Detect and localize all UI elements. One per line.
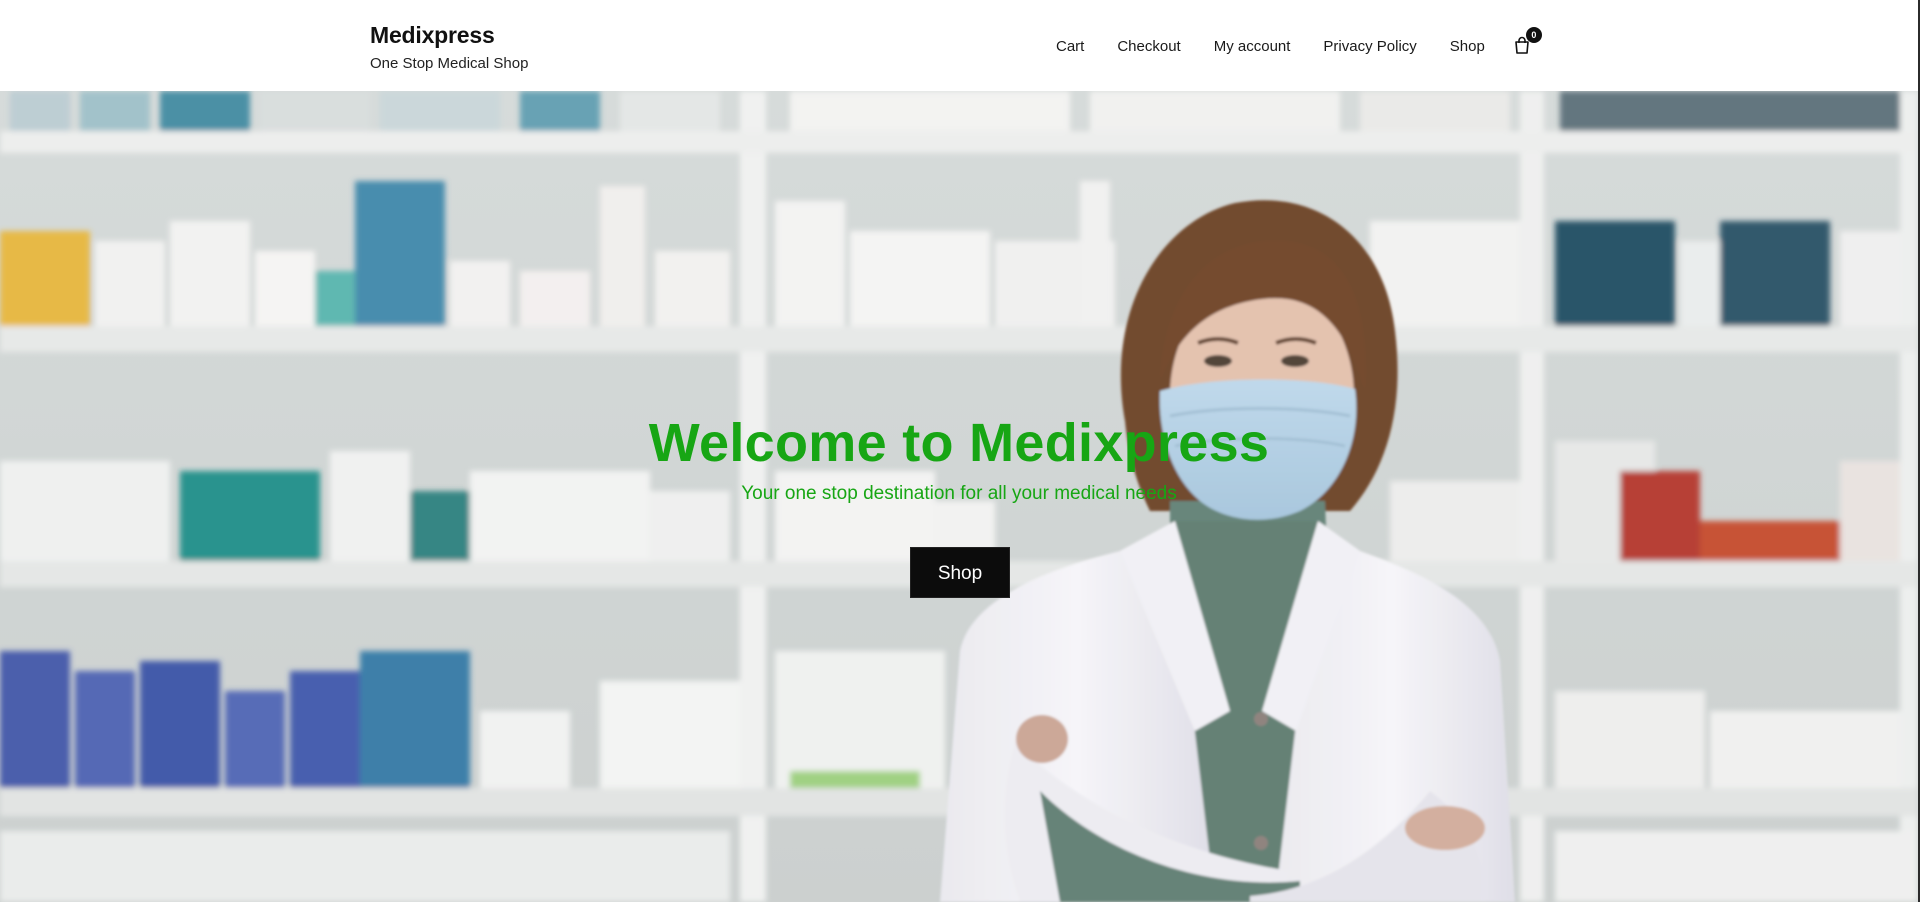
nav-item-checkout[interactable]: Checkout — [1117, 36, 1180, 58]
nav-item-cart[interactable]: Cart — [1056, 36, 1084, 58]
nav-item-shop[interactable]: Shop — [1450, 36, 1485, 58]
main-navigation: Cart Checkout My account Privacy Policy … — [1056, 27, 1542, 58]
hero-title: Welcome to Medixpress — [648, 413, 1270, 473]
hero-subtitle: Your one stop destination for all your m… — [741, 483, 1177, 504]
nav-item-privacy-policy[interactable]: Privacy Policy — [1323, 36, 1416, 58]
site-branding: Medixpress One Stop Medical Shop — [370, 21, 528, 74]
hero-shop-button[interactable]: Shop — [910, 547, 1010, 598]
header-cart-button[interactable]: 0 — [1511, 27, 1542, 57]
hero-section: Welcome to Medixpress Your one stop dest… — [0, 91, 1918, 902]
site-tagline: One Stop Medical Shop — [370, 55, 529, 72]
nav-item-my-account[interactable]: My account — [1214, 36, 1291, 58]
site-title[interactable]: Medixpress — [370, 21, 528, 49]
cart-count-badge: 0 — [1525, 27, 1542, 43]
site-header: Medixpress One Stop Medical Shop Cart Ch… — [0, 0, 1918, 91]
